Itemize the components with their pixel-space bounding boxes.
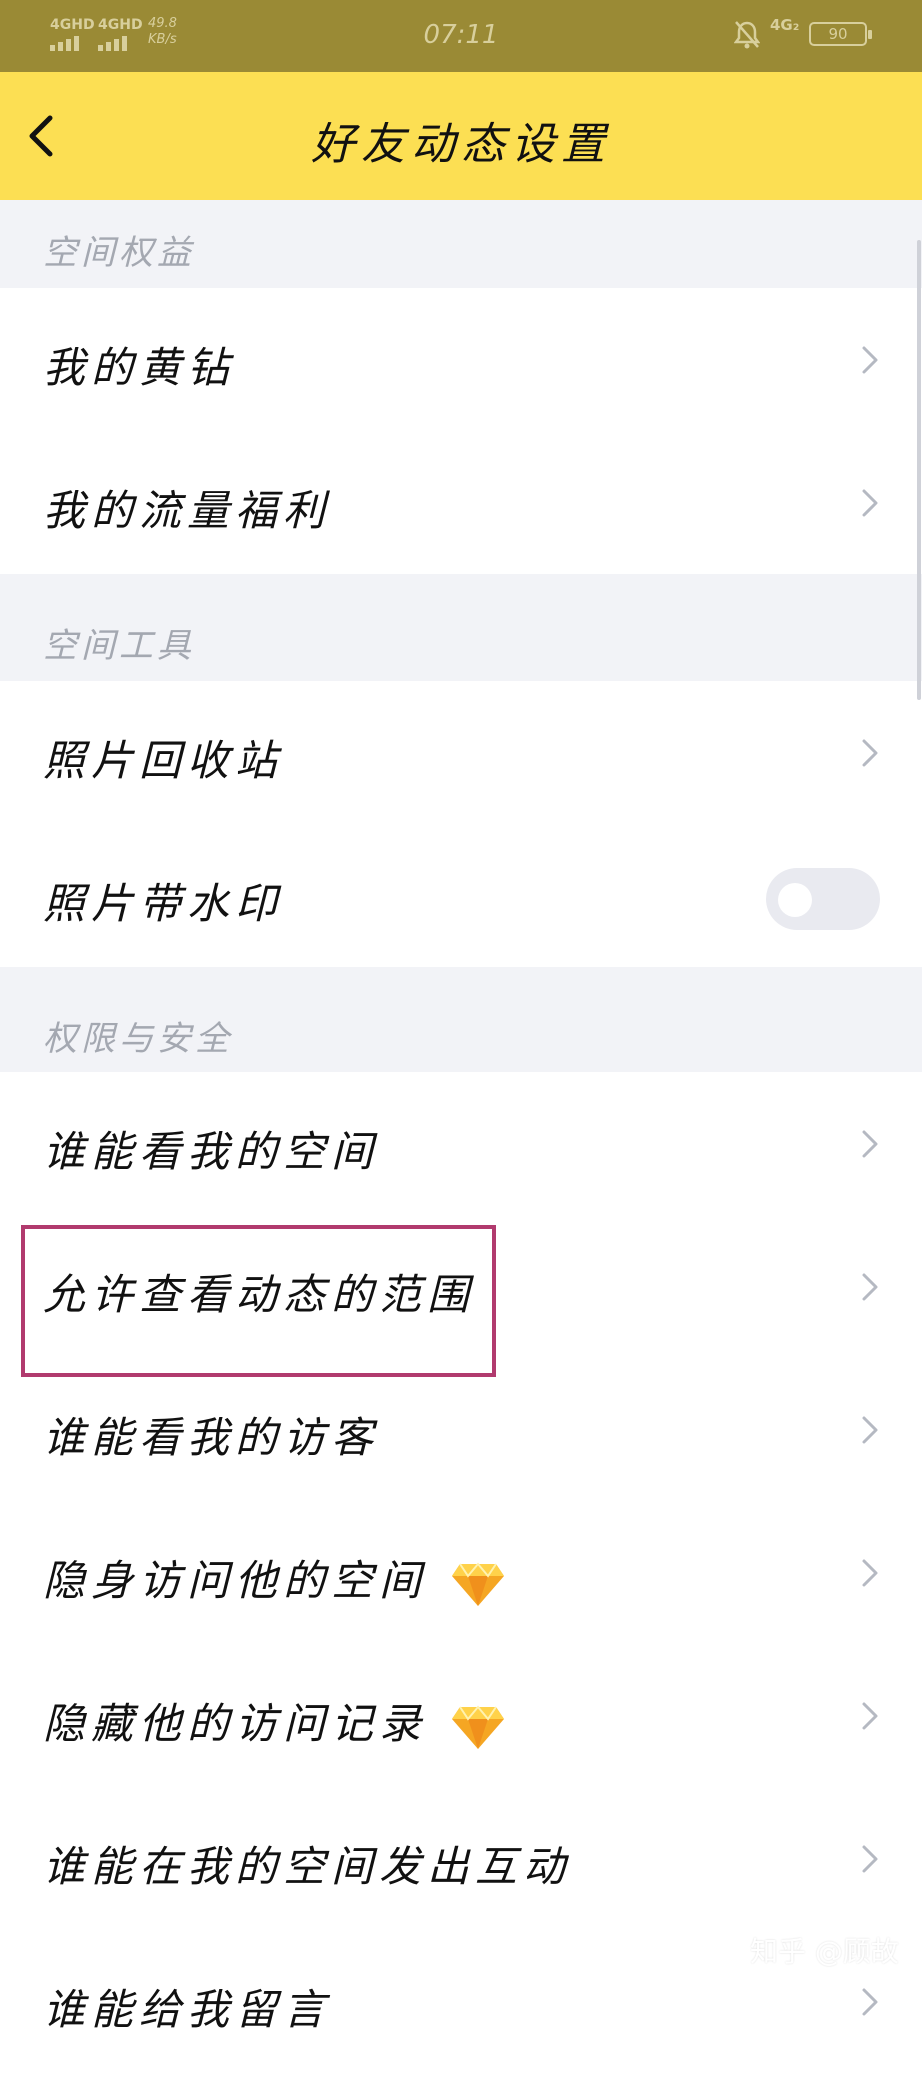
- row-label: 允许查看动态的范围: [43, 1270, 476, 1319]
- bell-muted-icon: [733, 20, 761, 57]
- diamond-icon: [452, 1705, 505, 1749]
- section-header-privacy: 权限与安全: [0, 967, 922, 1072]
- row-who-view-space[interactable]: 谁能看我的空间: [0, 1072, 922, 1215]
- row-label: 谁能看我的空间: [43, 1127, 380, 1176]
- row-photo-watermark: 照片带水印: [0, 824, 922, 967]
- scrollbar[interactable]: [917, 240, 921, 700]
- row-hide-visit-record[interactable]: 隐藏他的访问记录: [0, 1644, 922, 1787]
- chevron-right-icon: [862, 1845, 878, 1873]
- row-who-interact[interactable]: 谁能在我的空间发出互动: [0, 1787, 922, 1930]
- row-yellow-diamond[interactable]: 我的黄钻: [0, 288, 922, 431]
- row-label: 谁能看我的访客: [43, 1413, 380, 1462]
- chevron-right-icon: [862, 1273, 878, 1301]
- row-who-view-visitors[interactable]: 谁能看我的访客: [0, 1358, 922, 1501]
- row-label: 我的流量福利: [43, 486, 332, 535]
- chevron-right-icon: [862, 739, 878, 767]
- watermark-toggle[interactable]: [766, 868, 880, 930]
- title-bar: 好友动态设置: [0, 72, 922, 200]
- chevron-right-icon: [862, 1416, 878, 1444]
- diamond-icon: [452, 1562, 505, 1606]
- chevron-right-icon: [862, 489, 878, 517]
- row-stealth-visit[interactable]: 隐身访问他的空间: [0, 1501, 922, 1644]
- chevron-right-icon: [862, 1702, 878, 1730]
- section-title: 空间权益: [43, 233, 195, 273]
- page-title: 好友动态设置: [311, 119, 611, 170]
- toggle-knob: [778, 883, 812, 917]
- row-label-wrap: 隐藏他的访问记录: [43, 1690, 506, 1751]
- battery-level: 90: [828, 25, 848, 43]
- section-header-space-rights: 空间权益: [0, 200, 922, 288]
- row-label: 谁能在我的空间发出互动: [43, 1842, 572, 1891]
- section-title: 权限与安全: [43, 1019, 233, 1059]
- row-label: 隐藏他的访问记录: [43, 1699, 428, 1748]
- chevron-right-icon: [862, 1988, 878, 2016]
- section-header-space-tools: 空间工具: [0, 574, 922, 681]
- network-type: 4G₂: [770, 16, 800, 34]
- row-view-scope[interactable]: 允许查看动态的范围: [0, 1215, 922, 1358]
- watermark: 知乎 @顾故: [750, 1935, 899, 1968]
- section-title: 空间工具: [43, 626, 195, 666]
- row-label-wrap: 隐身访问他的空间: [43, 1547, 506, 1608]
- chevron-right-icon: [862, 1130, 878, 1158]
- row-data-benefit[interactable]: 我的流量福利: [0, 431, 922, 574]
- row-label: 谁能给我留言: [43, 1985, 332, 2034]
- status-bar: 4GHD 4GHD 49.8 KB/s 07:11 4G₂ 90: [0, 0, 922, 72]
- row-label: 照片带水印: [43, 879, 284, 928]
- row-label: 隐身访问他的空间: [43, 1556, 428, 1605]
- row-label: 照片回收站: [43, 736, 284, 785]
- row-photo-recycle[interactable]: 照片回收站: [0, 681, 922, 824]
- chevron-right-icon: [862, 346, 878, 374]
- battery-icon: 90: [809, 22, 872, 46]
- row-label: 我的黄钻: [43, 343, 236, 392]
- chevron-right-icon: [862, 1559, 878, 1587]
